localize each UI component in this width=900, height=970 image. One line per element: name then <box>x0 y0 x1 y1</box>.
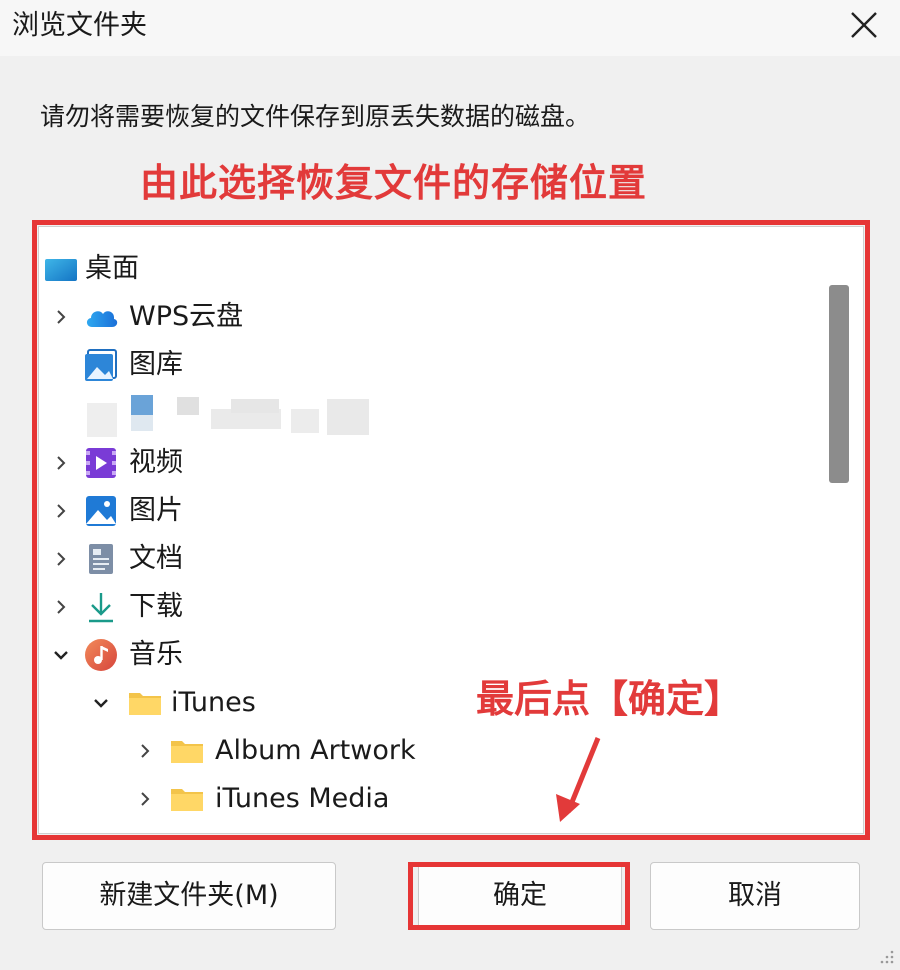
window-title: 浏览文件夹 <box>12 10 147 41</box>
cancel-button[interactable]: 取消 <box>650 862 860 930</box>
new-folder-button[interactable]: 新建文件夹(M) <box>42 862 336 930</box>
annotation-arrow-icon <box>556 737 601 822</box>
resize-grip-icon[interactable] <box>876 948 896 966</box>
close-button[interactable] <box>838 4 890 48</box>
annotation-select-location: 由此选择恢复文件的存储位置 <box>140 161 648 205</box>
title-bar: 浏览文件夹 <box>0 0 900 56</box>
close-icon <box>851 12 877 38</box>
tree-highlight-box <box>32 220 870 840</box>
ok-highlight-box <box>408 862 630 930</box>
annotation-click-confirm: 最后点【确定】 <box>476 677 743 721</box>
instruction-text: 请勿将需要恢复的文件保存到原丢失数据的磁盘。 <box>40 102 591 131</box>
